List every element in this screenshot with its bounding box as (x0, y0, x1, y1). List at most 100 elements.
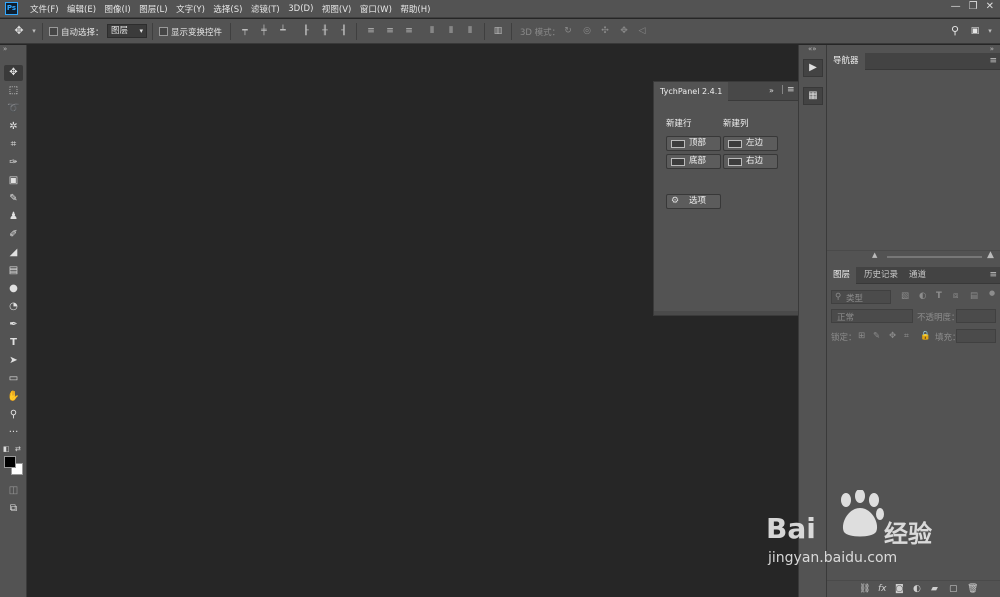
eyedropper-icon[interactable]: ✑ (4, 155, 23, 171)
clone-stamp-icon[interactable]: ♟ (4, 209, 23, 225)
new-group-icon[interactable]: ▰ (931, 584, 938, 594)
menu-type[interactable]: 文字(Y) (176, 3, 205, 15)
lock-artboard-icon[interactable]: ⌗ (904, 331, 909, 341)
collapse-icon[interactable]: » (3, 45, 7, 53)
crop-icon[interactable]: ⌗ (4, 137, 23, 153)
menu-3d[interactable]: 3D(D) (288, 4, 313, 14)
new-row-top-button[interactable]: 顶部 (666, 136, 721, 151)
panel-menu-icon[interactable]: ≡ (989, 270, 997, 280)
menu-select[interactable]: 选择(S) (213, 3, 242, 15)
search-icon[interactable]: ⚲ (950, 25, 960, 37)
marquee-icon[interactable]: ⬚ (4, 83, 23, 99)
blur-icon[interactable]: ● (4, 281, 23, 297)
align-left-icon[interactable]: ┠ (301, 25, 311, 37)
healing-brush-icon[interactable]: ▣ (4, 173, 23, 189)
menu-help[interactable]: 帮助(H) (400, 3, 430, 15)
foreground-color-swatch[interactable] (4, 456, 16, 468)
menu-filter[interactable]: 滤镜(T) (251, 3, 280, 15)
auto-select-checkbox[interactable] (49, 27, 58, 36)
adjustment-layer-icon[interactable]: ◐ (913, 584, 921, 594)
dodge-icon[interactable]: ◔ (4, 299, 23, 315)
tab-layers[interactable]: 图层 (827, 267, 857, 284)
lock-all-icon[interactable]: 🔒 (920, 331, 931, 341)
3d-slide-icon[interactable]: ✥ (619, 25, 629, 37)
quick-mask-icon[interactable]: ◫ (4, 483, 23, 499)
filter-adjustment-icon[interactable]: ◐ (919, 291, 926, 301)
menu-image[interactable]: 图像(I) (105, 3, 131, 15)
filter-toggle-icon[interactable]: ● (989, 289, 995, 297)
resize-handle[interactable] (654, 311, 799, 315)
close-icon[interactable]: ✕ (986, 1, 994, 12)
pen-icon[interactable]: ✒ (4, 317, 23, 333)
zoom-in-icon[interactable]: ▲ (987, 250, 994, 260)
chevron-down-icon[interactable]: ▾ (29, 25, 39, 37)
more-tools-icon[interactable]: ··· (4, 425, 23, 441)
lock-transparent-icon[interactable]: ⊞ (858, 331, 865, 341)
move-tool-icon[interactable]: ✥ (4, 65, 23, 81)
rectangle-icon[interactable]: ▭ (4, 371, 23, 387)
tab-channels[interactable]: 通道 (903, 267, 932, 284)
tychpanel-icon[interactable]: ▦ (803, 87, 823, 105)
restore-icon[interactable]: ❐ (969, 1, 978, 12)
move-tool-preset-icon[interactable]: ✥ (14, 25, 24, 37)
options-button[interactable]: ⚙ 选项 (666, 194, 721, 209)
layer-kind-filter[interactable]: ⚲ 类型 (831, 290, 891, 304)
distribute-vcenter-icon[interactable]: ≡ (385, 25, 395, 37)
menu-view[interactable]: 视图(V) (322, 3, 351, 15)
brush-icon[interactable]: ✎ (4, 191, 23, 207)
path-select-icon[interactable]: ➤ (4, 353, 23, 369)
menu-layer[interactable]: 图层(L) (139, 3, 167, 15)
workspace-icon[interactable]: ▣ (970, 25, 980, 37)
screen-mode-icon[interactable]: ⧉ (4, 501, 23, 517)
distribute-hcenter-icon[interactable]: ⫴ (446, 25, 456, 37)
show-transform-checkbox[interactable] (159, 27, 168, 36)
panel-menu-icon[interactable]: ≡ (787, 85, 795, 95)
hand-icon[interactable]: ✋ (4, 389, 23, 405)
align-right-icon[interactable]: ┨ (339, 25, 349, 37)
link-layers-icon[interactable]: ⛓ (859, 584, 870, 594)
tab-navigator[interactable]: 导航器 (827, 53, 865, 70)
auto-select-dropdown[interactable]: 图层 ▾ (107, 24, 147, 38)
panel-menu-icon[interactable]: ≡ (989, 56, 997, 66)
magic-wand-icon[interactable]: ✲ (4, 119, 23, 135)
default-colors-icon[interactable]: ◧ (3, 445, 10, 453)
3d-scale-icon[interactable]: ◁ (637, 25, 647, 37)
expand-icon[interactable]: » (769, 86, 774, 95)
collapse-icon[interactable]: » (990, 45, 994, 53)
distribute-left-icon[interactable]: ⫴ (427, 25, 437, 37)
3d-drag-icon[interactable]: ✣ (600, 25, 610, 37)
align-bottom-icon[interactable]: ┷ (278, 25, 288, 37)
new-column-right-button[interactable]: 右边 (723, 154, 778, 169)
filter-smart-object-icon[interactable]: ▤ (970, 291, 978, 301)
new-column-left-button[interactable]: 左边 (723, 136, 778, 151)
add-mask-icon[interactable]: ◙ (895, 584, 904, 594)
filter-type-icon[interactable]: T (936, 291, 942, 301)
lock-position-icon[interactable]: ✥ (889, 331, 896, 341)
distribute-right-icon[interactable]: ⫴ (465, 25, 475, 37)
menu-edit[interactable]: 编辑(E) (67, 3, 96, 15)
fx-icon[interactable]: fx (878, 584, 887, 594)
swap-colors-icon[interactable]: ⇄ (15, 445, 21, 453)
history-brush-icon[interactable]: ✐ (4, 227, 23, 243)
lock-pixels-icon[interactable]: ✎ (873, 331, 880, 341)
menu-window[interactable]: 窗口(W) (360, 3, 392, 15)
chevron-down-icon[interactable]: ▾ (985, 25, 995, 37)
opacity-field[interactable] (956, 309, 996, 323)
align-vcenter-icon[interactable]: ╪ (259, 25, 269, 37)
tab-tychpanel[interactable]: TychPanel 2.4.1 (654, 82, 729, 101)
delete-layer-icon[interactable]: 🗑 (967, 584, 978, 594)
menu-file[interactable]: 文件(F) (30, 3, 59, 15)
fill-field[interactable] (956, 329, 996, 343)
3d-rotate-icon[interactable]: ↻ (563, 25, 573, 37)
collapse-icon[interactable]: «» (808, 45, 817, 53)
3d-roll-icon[interactable]: ◎ (582, 25, 592, 37)
filter-shape-icon[interactable]: ⧈ (953, 291, 958, 301)
new-row-bottom-button[interactable]: 底部 (666, 154, 721, 169)
minimize-icon[interactable]: — (951, 1, 961, 12)
blend-mode-dropdown[interactable]: 正常 (831, 309, 913, 323)
lasso-icon[interactable]: ➰ (4, 101, 23, 117)
eraser-icon[interactable]: ◢ (4, 245, 23, 261)
new-layer-icon[interactable]: ▢ (949, 584, 958, 594)
tab-history[interactable]: 历史记录 (858, 267, 904, 284)
align-hcenter-icon[interactable]: ╫ (320, 25, 330, 37)
